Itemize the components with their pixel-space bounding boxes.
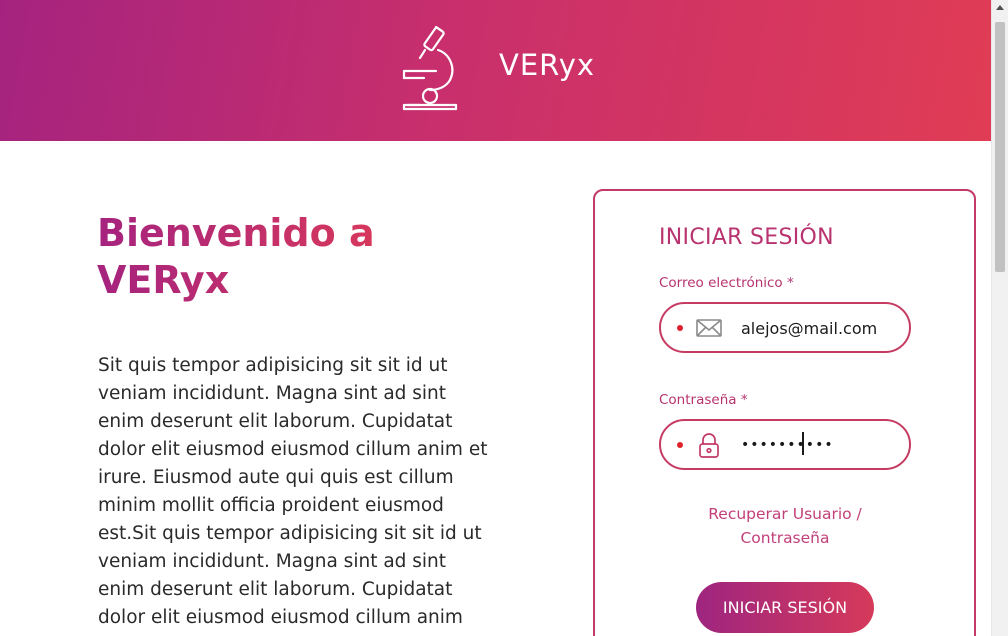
password-label: Contraseña * <box>659 392 748 408</box>
scrollbar-thumb[interactable] <box>995 22 1005 272</box>
header-banner: VERyx <box>0 0 991 141</box>
password-input[interactable] <box>741 434 901 456</box>
text-caret <box>802 432 804 455</box>
vertical-scrollbar[interactable] <box>991 0 1008 636</box>
required-dot <box>677 442 683 448</box>
brand-name: VERyx <box>499 48 596 82</box>
lock-icon <box>699 433 719 458</box>
welcome-heading: Bienvenido a VERyx <box>97 210 427 304</box>
email-field[interactable] <box>659 302 911 353</box>
login-submit-button[interactable]: INICIAR SESIÓN <box>696 582 874 633</box>
welcome-body: Sit quis tempor adipisicing sit sit id u… <box>98 355 488 628</box>
email-label: Correo electrónico * <box>659 275 794 291</box>
login-card: INICIAR SESIÓN Correo electrónico * Cont… <box>593 189 976 636</box>
login-title: INICIAR SESIÓN <box>659 225 834 250</box>
envelope-icon <box>696 319 722 337</box>
recover-credentials-link[interactable]: Recuperar Usuario / Contraseña <box>695 502 875 550</box>
email-input[interactable] <box>741 317 901 339</box>
scroll-up-icon[interactable] <box>996 5 1004 10</box>
microscope-icon <box>402 25 458 111</box>
password-field[interactable] <box>659 419 911 470</box>
required-dot <box>677 325 683 331</box>
